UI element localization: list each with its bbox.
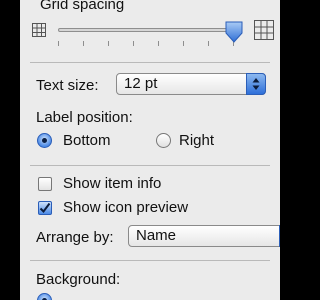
grid-spacing-label: Grid spacing [40,0,125,13]
separator [30,260,270,261]
background-radio[interactable] [37,293,52,300]
view-options-panel: Grid spacing Text size: 12 pt Label posi… [20,0,280,300]
text-size-label: Text size: [36,77,99,94]
show-icon-preview-checkbox[interactable] [38,201,52,215]
arrange-by-popup[interactable]: Name [128,225,280,247]
show-item-info-checkbox[interactable] [38,177,52,191]
separator [30,62,270,63]
slider-tick [108,41,109,46]
slider-tick [133,41,134,46]
checkmark-icon [39,202,51,214]
grid-spacing-slider-thumb[interactable] [224,20,244,49]
arrange-by-value: Name [136,227,177,244]
radio-bottom-label: Bottom [63,132,111,149]
large-grid-icon [253,19,275,46]
label-position-label: Label position: [36,109,133,126]
text-size-value: 12 pt [124,75,158,92]
slider-tick [58,41,59,46]
small-grid-icon [31,22,47,43]
slider-tick [183,41,184,46]
grid-spacing-slider-track[interactable] [58,28,238,32]
arrange-by-label: Arrange by: [36,229,114,246]
separator [30,165,270,166]
slider-tick [158,41,159,46]
popup-arrows-icon [246,73,266,95]
slider-tick [83,41,84,46]
radio-bottom[interactable] [37,133,52,148]
popup-arrows-icon [279,225,280,247]
radio-right-label: Right [179,132,215,149]
text-size-popup[interactable]: 12 pt [116,73,266,95]
show-item-info-label: Show item info [63,175,162,192]
background-label: Background: [36,271,121,288]
show-icon-preview-label: Show icon preview [63,199,189,216]
radio-right[interactable] [156,133,171,148]
slider-tick [208,41,209,46]
